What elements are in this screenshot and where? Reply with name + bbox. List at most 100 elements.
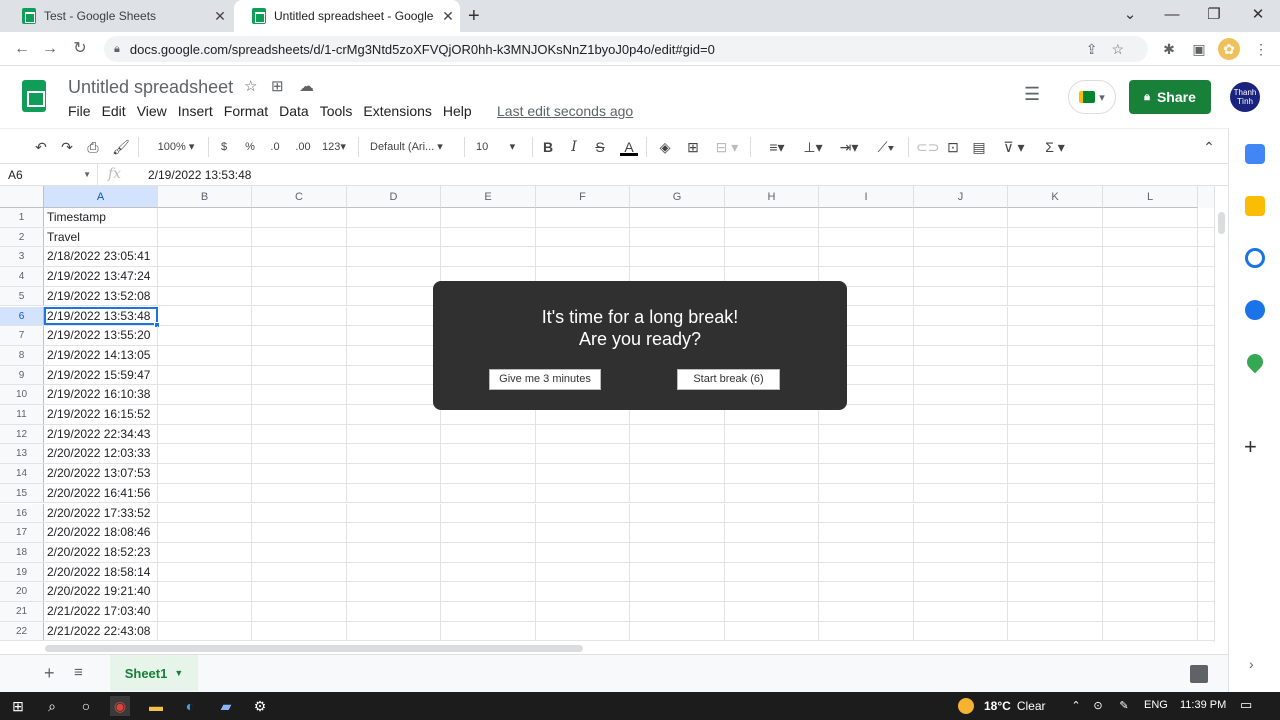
cell-h16[interactable]	[725, 503, 819, 523]
cell-i20[interactable]	[819, 582, 914, 601]
menu-data[interactable]: Data	[279, 103, 309, 119]
cell-c14[interactable]	[252, 464, 347, 483]
cell-k15[interactable]	[1008, 483, 1103, 503]
cell-b7[interactable]	[158, 326, 252, 345]
star-icon[interactable]: ☆	[244, 77, 257, 95]
cell-c9[interactable]	[252, 365, 347, 385]
increase-decimal-button[interactable]: .00	[292, 138, 314, 156]
network-icon[interactable]: ⊙	[1088, 696, 1108, 716]
cell-l22[interactable]	[1103, 621, 1198, 641]
row-header[interactable]: 6	[0, 306, 44, 326]
cell-b6[interactable]	[158, 306, 252, 326]
fill-color-icon[interactable]: ◈	[656, 138, 674, 156]
row-header[interactable]: 5	[0, 286, 44, 306]
cell-g18[interactable]	[630, 542, 725, 562]
cell-j20[interactable]	[914, 582, 1008, 601]
cell-f21[interactable]	[536, 602, 630, 621]
cloud-status-icon[interactable]: ☁	[299, 77, 314, 95]
cell-k12[interactable]	[1008, 424, 1103, 444]
menu-help[interactable]: Help	[443, 103, 472, 119]
cell-i17[interactable]	[819, 523, 914, 542]
cell-c15[interactable]	[252, 483, 347, 503]
file-explorer-icon[interactable]: ▬	[146, 696, 166, 716]
cell-c10[interactable]	[252, 385, 347, 404]
cell-f20[interactable]	[536, 582, 630, 601]
cell-a11[interactable]: 2/19/2022 16:15:52	[44, 405, 158, 424]
cell-d2[interactable]	[347, 227, 441, 247]
avatar[interactable]: Thanh Tình	[1230, 82, 1260, 112]
row-header[interactable]: 1	[0, 208, 44, 227]
cell-a15[interactable]: 2/20/2022 16:41:56	[44, 483, 158, 503]
add-sheet-icon[interactable]: +	[44, 663, 55, 684]
cell-c21[interactable]	[252, 602, 347, 621]
cell-i1[interactable]	[819, 208, 914, 227]
cell-e20[interactable]	[441, 582, 536, 601]
cell-g12[interactable]	[630, 424, 725, 444]
cell-a3[interactable]: 2/18/2022 23:05:41	[44, 247, 158, 267]
cell-k19[interactable]	[1008, 562, 1103, 582]
cell-j2[interactable]	[914, 227, 1008, 247]
keep-icon[interactable]	[1245, 196, 1265, 216]
task-view-icon[interactable]: ○	[76, 696, 96, 716]
column-header-h[interactable]: H	[725, 186, 819, 208]
forward-icon[interactable]: →	[38, 37, 62, 61]
column-header-f[interactable]: F	[536, 186, 630, 208]
row-header[interactable]: 13	[0, 444, 44, 464]
cell-j14[interactable]	[914, 464, 1008, 483]
menu-insert[interactable]: Insert	[178, 103, 213, 119]
calendar-icon[interactable]	[1245, 144, 1265, 164]
cell-k17[interactable]	[1008, 523, 1103, 542]
cell-g3[interactable]	[630, 247, 725, 267]
cell-d17[interactable]	[347, 523, 441, 542]
font-size-select[interactable]: 10 ▾	[476, 138, 526, 156]
cell-f12[interactable]	[536, 424, 630, 444]
cell-k2[interactable]	[1008, 227, 1103, 247]
column-header-g[interactable]: G	[630, 186, 725, 208]
cell-d16[interactable]	[347, 503, 441, 523]
cell-c6[interactable]	[252, 306, 347, 326]
cell-k22[interactable]	[1008, 621, 1103, 641]
close-tab-icon[interactable]: ✕	[208, 8, 232, 25]
cell-a20[interactable]: 2/20/2022 19:21:40	[44, 582, 158, 601]
chrome-icon[interactable]: ◉	[110, 696, 130, 716]
system-tray-chevron-icon[interactable]: ⌃	[1066, 696, 1086, 716]
font-family-select[interactable]: Default (Ari... ▾	[370, 138, 458, 156]
cell-c4[interactable]	[252, 267, 347, 286]
cell-j12[interactable]	[914, 424, 1008, 444]
all-sheets-icon[interactable]: ≡	[74, 664, 83, 681]
cell-j19[interactable]	[914, 562, 1008, 582]
spreadsheet-grid[interactable]: ABCDEFGHIJKL 1 Timestamp 2 Travel 3 2/18/2022…	[0, 186, 1214, 642]
cell-a17[interactable]: 2/20/2022 18:08:46	[44, 523, 158, 542]
cell-l9[interactable]	[1103, 365, 1198, 385]
row-header[interactable]: 15	[0, 483, 44, 503]
menu-file[interactable]: File	[68, 103, 91, 119]
scrollbar-thumb[interactable]	[45, 645, 583, 652]
cell-d3[interactable]	[347, 247, 441, 267]
cell-i3[interactable]	[819, 247, 914, 267]
cell-k6[interactable]	[1008, 306, 1103, 326]
cell-h15[interactable]	[725, 483, 819, 503]
cell-h21[interactable]	[725, 602, 819, 621]
cell-f16[interactable]	[536, 503, 630, 523]
cell-c20[interactable]	[252, 582, 347, 601]
cell-g22[interactable]	[630, 621, 725, 641]
cell-a18[interactable]: 2/20/2022 18:52:23	[44, 542, 158, 562]
column-header-k[interactable]: K	[1008, 186, 1103, 208]
cell-j4[interactable]	[914, 267, 1008, 286]
formula-input[interactable]: 2/19/2022 13:53:48	[148, 164, 251, 186]
paint-format-icon[interactable]: 🖌︎	[112, 138, 130, 156]
cell-g21[interactable]	[630, 602, 725, 621]
cell-a4[interactable]: 2/19/2022 13:47:24	[44, 267, 158, 286]
cell-h2[interactable]	[725, 227, 819, 247]
row-header[interactable]: 9	[0, 365, 44, 385]
cell-b17[interactable]	[158, 523, 252, 542]
extension-avatar-icon[interactable]: ✿	[1218, 38, 1240, 60]
cell-l13[interactable]	[1103, 444, 1198, 464]
cell-h20[interactable]	[725, 582, 819, 601]
insert-link-icon[interactable]: ⊂⊃	[916, 138, 939, 156]
clock[interactable]: 11:39 PM	[1180, 699, 1226, 711]
cell-e12[interactable]	[441, 424, 536, 444]
cell-i14[interactable]	[819, 464, 914, 483]
cell-a22[interactable]: 2/21/2022 22:43:08	[44, 621, 158, 641]
cell-e22[interactable]	[441, 621, 536, 641]
